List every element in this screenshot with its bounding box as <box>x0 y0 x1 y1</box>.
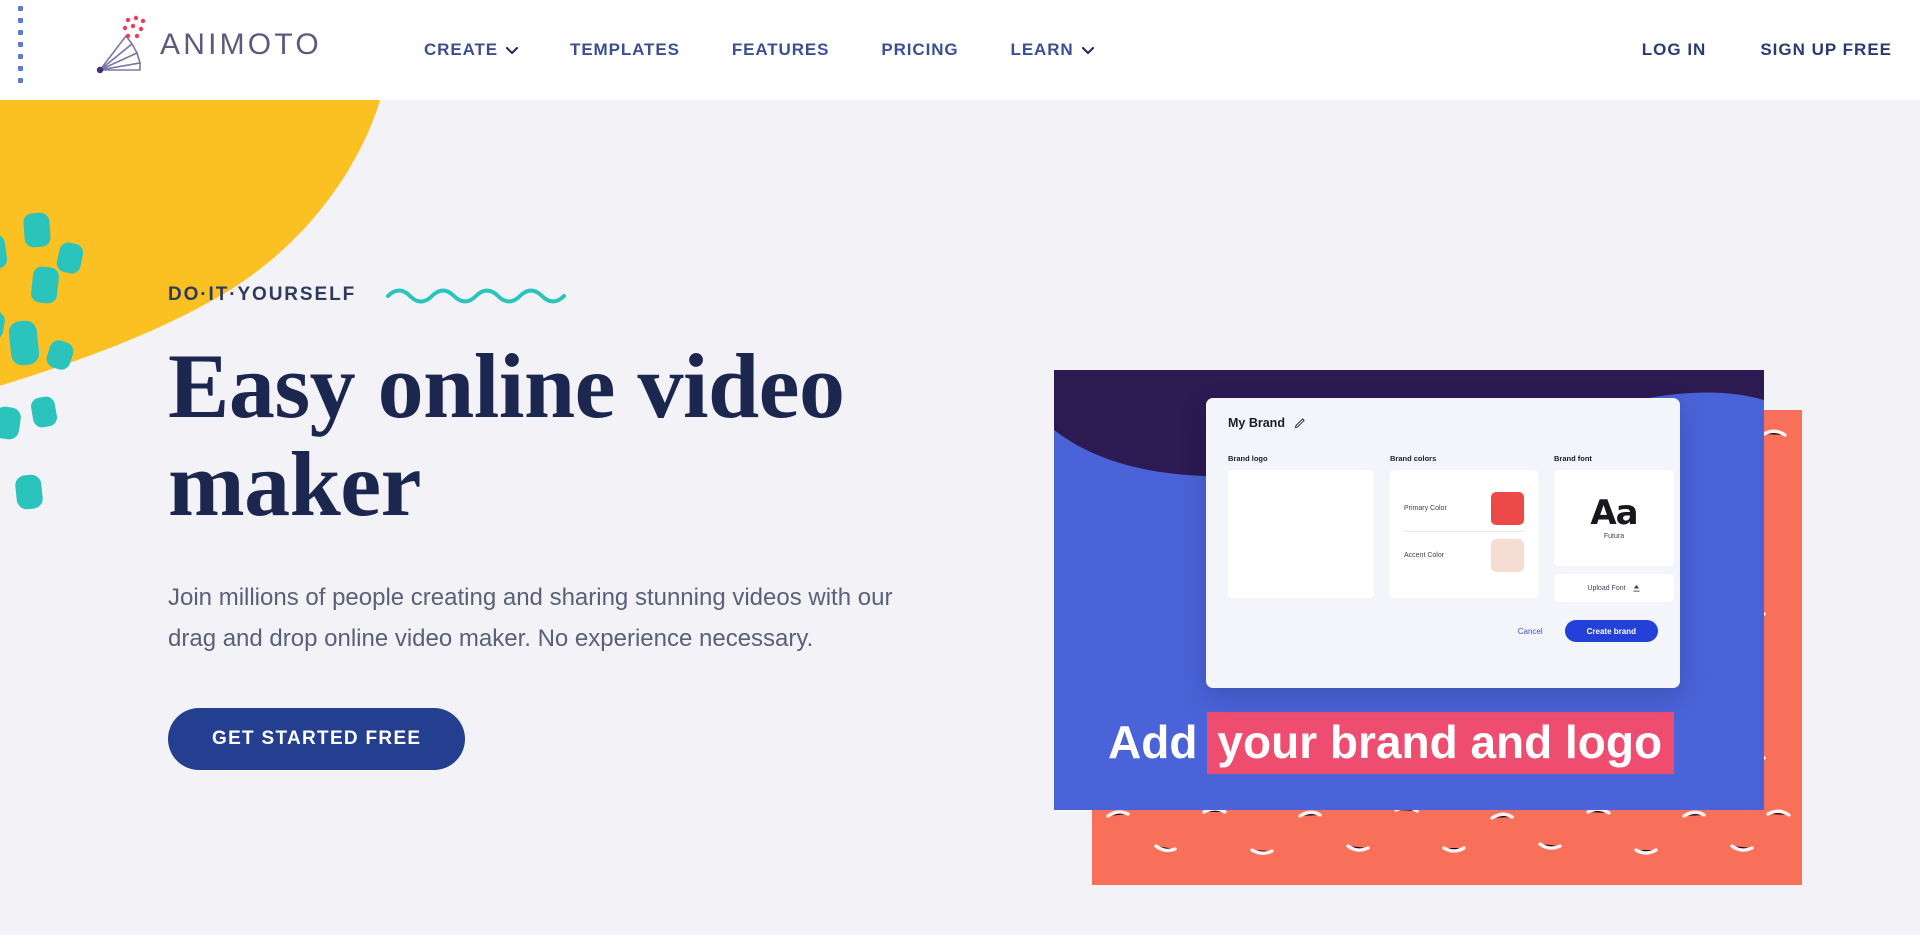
video-preview-card[interactable]: My Brand Brand logo Brand colors Primary… <box>1054 370 1764 810</box>
hero-media-column: My Brand Brand logo Brand colors Primary… <box>1040 370 1920 890</box>
brand-logo-label: Brand logo <box>1228 454 1268 463</box>
modal-title: My Brand <box>1228 416 1285 430</box>
nav-item-templates[interactable]: TEMPLATES <box>570 40 680 60</box>
video-caption-highlight: your brand and logo <box>1207 712 1675 774</box>
nav-item-pricing-label: PRICING <box>881 40 959 59</box>
video-caption: Add your brand and logo <box>1108 712 1675 774</box>
upload-icon <box>1633 584 1640 592</box>
hero-eyebrow-row: DO·IT·YOURSELF <box>168 280 968 310</box>
nav-item-templates-label: TEMPLATES <box>570 40 680 59</box>
brand-font-label: Brand font <box>1554 454 1592 463</box>
nav-item-learn[interactable]: LEARN <box>1011 40 1094 60</box>
login-link[interactable]: LOG IN <box>1642 40 1707 60</box>
modal-actions: Cancel Create brand <box>1228 620 1658 642</box>
brand-logo-section: Brand logo <box>1228 454 1374 602</box>
nav-item-pricing[interactable]: PRICING <box>881 40 958 60</box>
chevron-down-icon <box>506 46 519 54</box>
primary-color-swatch[interactable] <box>1491 491 1524 525</box>
signup-free-link[interactable]: SIGN UP FREE <box>1760 40 1892 60</box>
brand-colors-label: Brand colors <box>1390 454 1437 463</box>
primary-color-row[interactable]: Primary Color <box>1404 488 1524 528</box>
accent-color-label: Accent Color <box>1404 551 1445 559</box>
hero-eyebrow: DO·IT·YOURSELF <box>168 284 357 305</box>
cancel-button[interactable]: Cancel <box>1518 627 1543 636</box>
accent-color-swatch[interactable] <box>1491 538 1524 572</box>
site-header: ANIMOTO CREATE TEMPLATES FEATURES PRICIN… <box>0 0 1920 100</box>
login-link-label: LOG IN <box>1641 40 1707 59</box>
nav-item-create[interactable]: CREATE <box>424 40 519 60</box>
nav-item-learn-label: LEARN <box>1010 40 1074 59</box>
upload-font-label: Upload Font <box>1587 584 1626 592</box>
hero-text-column: DO·IT·YOURSELF Easy online video maker J… <box>168 280 968 770</box>
nav-item-features[interactable]: FEATURES <box>732 40 830 60</box>
page-title: Easy online video maker <box>168 335 845 535</box>
brand-colors-section: Brand colors Primary Color Accent Color <box>1390 454 1538 602</box>
modal-columns: Brand logo Brand colors Primary Color Ac… <box>1228 454 1674 602</box>
brand-font-preview[interactable]: Aa Futura <box>1554 470 1674 566</box>
my-brand-modal[interactable]: My Brand Brand logo Brand colors Primary… <box>1206 398 1680 688</box>
modal-header: My Brand <box>1228 416 1658 430</box>
brand-colors-panel: Primary Color Accent Color <box>1390 470 1538 598</box>
upload-font-button[interactable]: Upload Font <box>1554 574 1674 602</box>
hero-subtext: Join millions of people creating and sha… <box>168 584 893 653</box>
account-navigation: LOG IN SIGN UP FREE <box>1642 0 1920 100</box>
color-divider <box>1404 531 1524 532</box>
brand-font-section: Brand font Aa Futura Upload Font <box>1554 454 1674 602</box>
animoto-logo-text: ANIMOTO <box>160 28 322 61</box>
animoto-fan-logo-icon <box>96 15 146 74</box>
main-navigation: CREATE TEMPLATES FEATURES PRICING LEARN <box>424 0 1094 100</box>
page-root: ANIMOTO CREATE TEMPLATES FEATURES PRICIN… <box>0 0 1920 935</box>
pencil-icon[interactable] <box>1294 417 1306 429</box>
accent-color-row[interactable]: Accent Color <box>1404 535 1524 575</box>
squiggle-decoration-icon <box>386 288 567 304</box>
animoto-logo[interactable]: ANIMOTO <box>88 14 322 76</box>
nav-item-create-label: CREATE <box>424 40 499 59</box>
brand-logo-dropzone[interactable] <box>1228 470 1374 598</box>
nav-item-features-label: FEATURES <box>731 40 830 59</box>
primary-color-label: Primary Color <box>1404 504 1447 512</box>
get-started-free-button[interactable]: GET STARTED FREE <box>168 707 466 770</box>
create-brand-button[interactable]: Create brand <box>1564 620 1658 642</box>
font-name-label: Futura <box>1603 533 1625 540</box>
chevron-down-icon <box>1081 46 1094 54</box>
signup-free-link-label: SIGN UP FREE <box>1760 40 1892 59</box>
font-sample-text: Aa <box>1590 493 1638 533</box>
video-caption-plain: Add <box>1108 716 1198 768</box>
